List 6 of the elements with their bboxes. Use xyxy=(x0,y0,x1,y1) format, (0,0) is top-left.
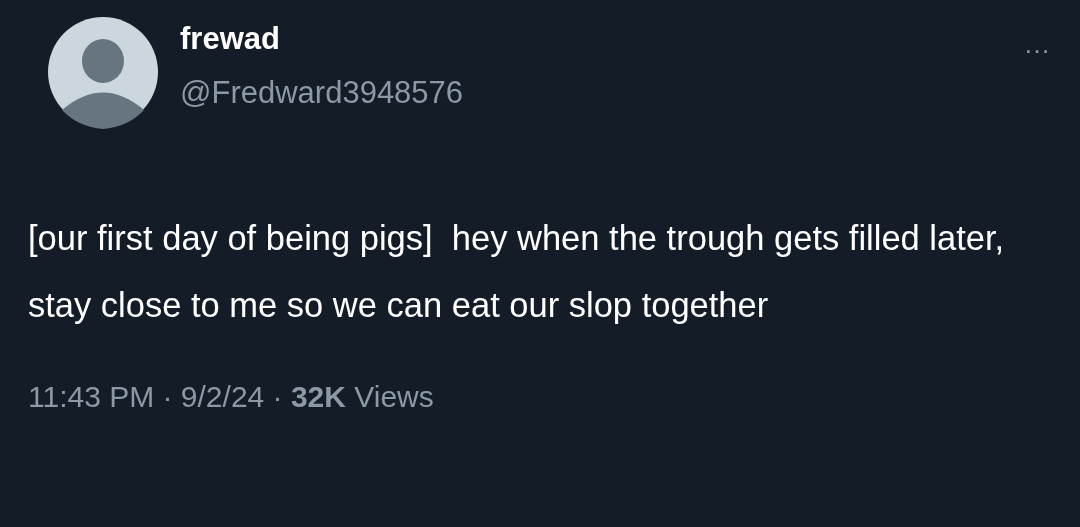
tweet-metadata: 11:43 PM · 9/2/24 · 32K Views xyxy=(28,379,435,415)
user-handle[interactable]: @Fredward3948576 xyxy=(180,73,464,113)
more-button[interactable]: ··· xyxy=(1024,35,1050,65)
display-name[interactable]: frewad xyxy=(180,19,464,59)
avatar-icon[interactable] xyxy=(48,15,158,129)
tweet-text: [our first day of being pigs] hey when the trough gets filled later, stay close to me so we can eat our slop together xyxy=(28,218,1006,326)
